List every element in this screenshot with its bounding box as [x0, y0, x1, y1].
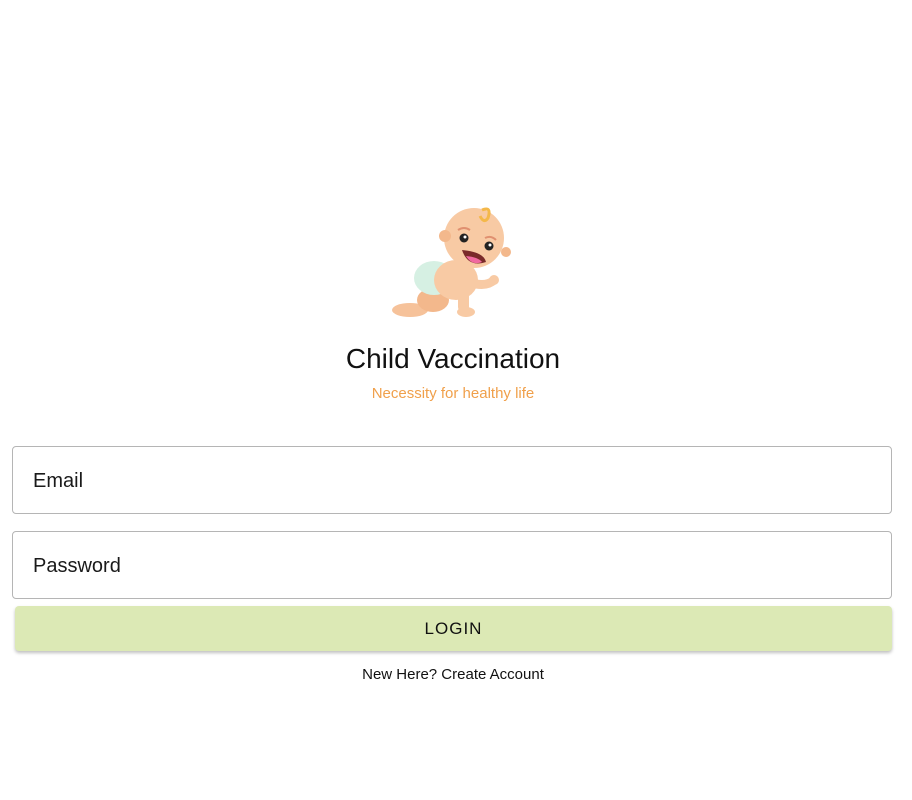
email-field[interactable]: Email	[12, 446, 892, 514]
app-subtitle: Necessity for healthy life	[371, 385, 535, 402]
create-account-link[interactable]: New Here? Create Account	[362, 666, 544, 683]
login-button[interactable]: LOGIN	[15, 606, 892, 651]
email-input[interactable]	[13, 447, 891, 513]
create-account-row: New Here? Create Account	[0, 666, 906, 683]
password-field[interactable]: Password	[12, 531, 892, 599]
app-title: Child Vaccination	[345, 343, 561, 374]
password-input[interactable]	[13, 532, 891, 598]
login-page: Child Vaccination Necessity for healthy …	[0, 0, 912, 800]
crawling-baby-icon	[392, 207, 511, 317]
